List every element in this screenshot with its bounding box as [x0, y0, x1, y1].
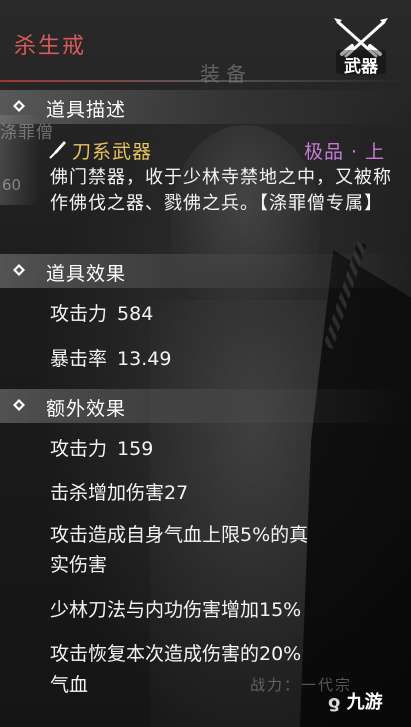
stat-value: 13.49: [117, 348, 172, 370]
stat-label: 暴击率: [50, 348, 108, 370]
equipment-tab-label: 装备: [200, 62, 252, 86]
blade-icon: [49, 141, 66, 159]
extra-row-attack: 攻击力 159: [50, 434, 153, 461]
extra-row-true-damage-cont: 实伤害: [50, 554, 108, 576]
item-description: 佛门禁器，收于少林寺禁地之中，又被称作佛伐之器、戮佛之兵。【涤罪僧专属】: [50, 167, 392, 214]
extra-value: 159: [117, 438, 154, 460]
diamond-bullet-icon: [13, 399, 25, 411]
logo-mark-icon: ƍ: [328, 692, 347, 713]
extra-row-lifesteal: 攻击恢复本次造成伤害的20%: [50, 643, 302, 665]
extra-label: 攻击力: [50, 438, 108, 460]
item-title: 杀生戒: [14, 34, 87, 59]
weapon-type: 刀系武器: [72, 141, 153, 163]
item-quality: 极品 · 上: [304, 141, 386, 163]
stat-row-crit: 暴击率 13.49: [50, 344, 171, 371]
weapon-badge-label: 武器: [344, 57, 378, 77]
diamond-bullet-icon: [13, 100, 25, 112]
weapon-badge: 武器: [330, 14, 392, 77]
section-title-extra: 额外效果: [46, 398, 127, 420]
section-header-description: 道具描述: [0, 90, 411, 124]
logo-text: 九游: [346, 692, 383, 713]
extra-row-kill-damage: 击杀增加伤害27: [50, 482, 189, 504]
left-portrait-number: 60: [2, 176, 22, 194]
extra-row-lifesteal-cont: 气血: [50, 674, 89, 696]
section-header-effects: 道具效果: [0, 254, 411, 288]
extra-row-true-damage: 攻击造成自身气血上限5%的真: [50, 524, 309, 546]
stat-value: 584: [117, 303, 154, 325]
stat-label: 攻击力: [50, 303, 108, 325]
watermark-logo: ƍ 九游: [328, 688, 383, 714]
title-bar: 杀生戒 装备 武器: [0, 0, 411, 86]
section-title-effects: 道具效果: [46, 263, 127, 285]
title-divider: [0, 80, 411, 82]
diamond-bullet-icon: [13, 264, 25, 276]
section-title-description: 道具描述: [46, 99, 127, 121]
extra-row-shaolin: 少林刀法与内功伤害增加15%: [50, 599, 302, 621]
stat-row-attack: 攻击力 584: [50, 299, 153, 326]
section-header-extra: 额外效果: [0, 389, 411, 423]
